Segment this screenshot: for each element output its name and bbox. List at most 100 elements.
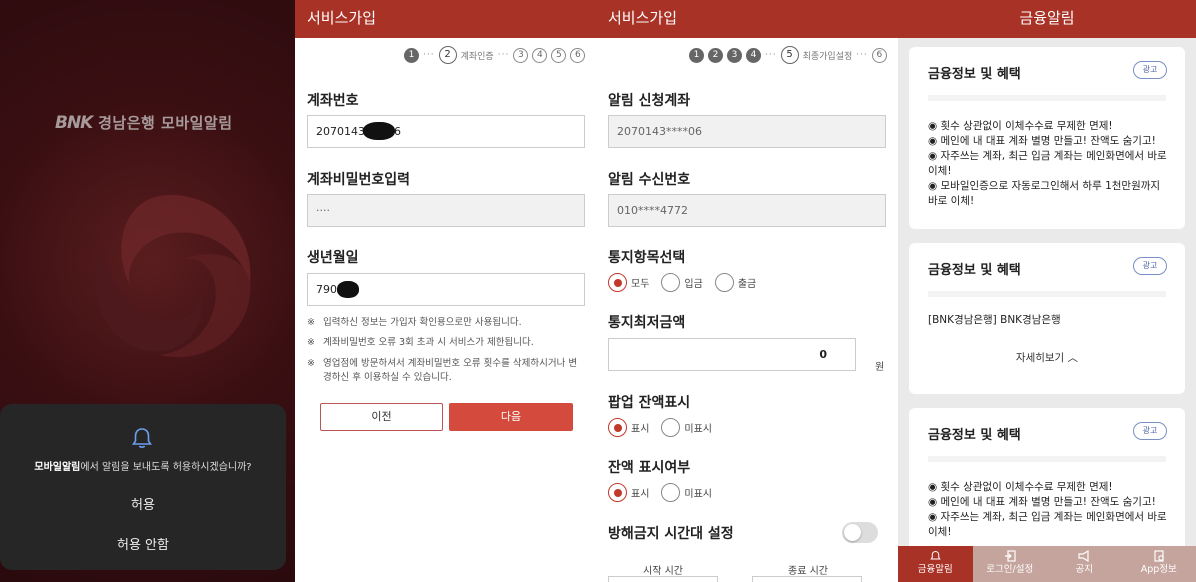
notice-item: ※ 영업점에 방문하셔서 계좌비밀번호 오류 횟수를 삭제하시거나 변경하신 후 … bbox=[307, 357, 587, 385]
min-amount-label: 통지최저금액 bbox=[608, 315, 686, 331]
step-5: 5 bbox=[551, 47, 567, 63]
alert-card[interactable]: 금융정보 및 혜택 광고 ◉ 횟수 상관없이 이체수수료 무제한 면제! ◉ 메… bbox=[909, 47, 1185, 229]
final-settings-form: 알림 신청계좌 2070143****06 알림 수신번호 010****477… bbox=[595, 68, 898, 582]
prev-button[interactable]: 이전 bbox=[320, 403, 443, 431]
notice-text: 입력하신 정보는 가입자 확인용으로만 사용됩니다. bbox=[323, 317, 522, 328]
step-dots: ··· bbox=[497, 50, 510, 60]
step-6: 6 bbox=[570, 47, 586, 63]
card-line: ◉ 횟수 상관없이 이체수수료 무제한 면제! bbox=[928, 120, 1113, 132]
step-indicator: 1 ··· 2 계좌인증 ··· 3 4 5 6 bbox=[404, 44, 586, 66]
step-3: 3 bbox=[727, 47, 742, 63]
deny-button[interactable]: 허용 안함 bbox=[0, 534, 286, 553]
notify-item-radio-group: 모두 입금 출금 bbox=[608, 273, 764, 292]
radio-balance-hide-label: 미표시 bbox=[684, 489, 713, 500]
logo-text: 경남은행 모바일알림 bbox=[98, 114, 233, 132]
dnd-toggle[interactable] bbox=[842, 522, 878, 543]
radio-popup-hide[interactable] bbox=[661, 418, 681, 437]
nav-label: 금융알림 bbox=[917, 564, 953, 575]
radio-all[interactable] bbox=[608, 273, 627, 292]
radio-balance-hide[interactable] bbox=[661, 483, 681, 502]
balance-show-label: 잔액 표시여부 bbox=[608, 460, 691, 476]
end-time-select[interactable] bbox=[752, 576, 862, 582]
popup-balance-radio-group: 표시 미표시 bbox=[608, 418, 720, 437]
step-4: 4 bbox=[532, 47, 548, 63]
page-title-finance-alert: 금융알림 bbox=[898, 0, 1196, 38]
radio-withdraw[interactable] bbox=[714, 273, 734, 292]
account-password-label: 계좌비밀번호입력 bbox=[307, 172, 411, 188]
splash-panel: BNK 경남은행 모바일알림 모바일알림에서 알림을 보내도록 허용하시겠습니까… bbox=[0, 0, 295, 582]
allow-button[interactable]: 허용 bbox=[0, 494, 286, 513]
finance-alert-list: 금융정보 및 혜택 광고 ◉ 횟수 상관없이 이체수수료 무제한 면제! ◉ 메… bbox=[898, 38, 1196, 548]
step-indicator: 1 2 3 4 ··· 5 최종가입설정 ··· 6 bbox=[689, 44, 887, 66]
popup-balance-label: 팝업 잔액표시 bbox=[608, 395, 691, 411]
notify-item-label: 통지항목선택 bbox=[608, 250, 686, 266]
card-line: ◉ 자주쓰는 계좌, 최근 입금 계좌는 메인화면에서 바로 이체! bbox=[928, 150, 1167, 177]
radio-all-label: 모두 bbox=[631, 279, 650, 290]
bell-icon bbox=[898, 546, 973, 564]
min-amount-input[interactable]: 0 bbox=[608, 338, 856, 371]
radio-balance-show[interactable] bbox=[608, 483, 627, 502]
card-line: ◉ 메인에 내 대표 계좌 별명 만들고! 잔액도 숨기고! bbox=[928, 135, 1156, 147]
login-icon bbox=[973, 546, 1048, 564]
card-title: 금융정보 및 혜택 bbox=[928, 263, 1021, 278]
account-number-tail: 6 bbox=[394, 125, 401, 138]
dialog-message-text: 에서 알림을 보내도록 허용하시겠습니까? bbox=[80, 462, 252, 473]
step-4: 4 bbox=[746, 47, 761, 63]
radio-deposit[interactable] bbox=[661, 273, 681, 292]
dialog-app-name: 모바일알림 bbox=[34, 462, 81, 473]
step-1: 1 bbox=[689, 47, 704, 63]
nav-login-settings[interactable]: 로그인/설정 bbox=[973, 546, 1048, 582]
notice-item: ※ 계좌비밀번호 오류 3회 초과 시 서비스가 제한됩니다. bbox=[307, 336, 587, 350]
ad-badge: 광고 bbox=[1133, 61, 1167, 79]
dnd-label: 방해금지 시간대 설정 bbox=[608, 526, 734, 542]
radio-popup-show[interactable] bbox=[608, 418, 627, 437]
card-line: ◉ 자주쓰는 계좌, 최근 입금 계좌는 메인화면에서 바로 이체! bbox=[928, 511, 1167, 538]
step-dots: ··· bbox=[765, 50, 777, 60]
next-button[interactable]: 다음 bbox=[449, 403, 573, 431]
redaction-mark bbox=[337, 281, 359, 298]
card-body: [BNK경남은행] BNK경남은행 bbox=[928, 314, 1061, 326]
info-icon bbox=[1122, 546, 1196, 564]
radio-withdraw-label: 출금 bbox=[737, 279, 757, 290]
step-dots: ··· bbox=[423, 50, 435, 60]
card-body: ◉ 횟수 상관없이 이체수수료 무제한 면제! ◉ 메인에 내 대표 계좌 별명… bbox=[928, 480, 1172, 540]
step-2-label: 계좌인증 bbox=[460, 51, 494, 62]
receive-number-field: 010****4772 bbox=[608, 194, 886, 227]
alert-card[interactable]: 금융정보 및 혜택 광고 [BNK경남은행] BNK경남은행 자세히보기 ︿ bbox=[909, 243, 1185, 394]
card-title: 금융정보 및 혜택 bbox=[928, 428, 1021, 443]
step-2: 2 bbox=[708, 47, 723, 63]
swirl-logo-graphic bbox=[94, 195, 251, 358]
notice-mark: ※ bbox=[307, 358, 315, 369]
account-number-label: 계좌번호 bbox=[307, 93, 359, 109]
nav-finance-alert[interactable]: 금융알림 bbox=[898, 546, 973, 582]
page-title-signup-1: 서비스가입 bbox=[295, 0, 595, 38]
nav-notice[interactable]: 공지 bbox=[1047, 546, 1122, 582]
bell-icon bbox=[132, 428, 152, 448]
nav-label: 로그인/설정 bbox=[986, 564, 1034, 575]
step-1: 1 bbox=[404, 47, 419, 63]
account-password-input[interactable]: ···· bbox=[307, 194, 585, 227]
dialog-message: 모바일알림에서 알림을 보내도록 허용하시겠습니까? bbox=[0, 458, 286, 473]
radio-popup-show-label: 표시 bbox=[631, 424, 650, 435]
card-title: 금융정보 및 혜택 bbox=[928, 67, 1021, 82]
notification-permission-dialog: 모바일알림에서 알림을 보내도록 허용하시겠습니까? 허용 허용 안함 bbox=[0, 404, 286, 570]
nav-label: 공지 bbox=[1075, 564, 1093, 575]
step-6: 6 bbox=[871, 47, 887, 63]
alert-card[interactable]: 금융정보 및 혜택 광고 ◉ 횟수 상관없이 이체수수료 무제한 면제! ◉ 메… bbox=[909, 408, 1185, 548]
step-2-current: 2 bbox=[438, 46, 457, 64]
balance-show-radio-group: 표시 미표시 bbox=[608, 483, 720, 502]
card-body: ◉ 횟수 상관없이 이체수수료 무제한 면제! ◉ 메인에 내 대표 계좌 별명… bbox=[928, 119, 1172, 209]
start-time-select[interactable] bbox=[608, 576, 718, 582]
ad-badge: 광고 bbox=[1133, 422, 1167, 440]
notice-mark: ※ bbox=[307, 317, 315, 328]
ad-badge: 광고 bbox=[1133, 257, 1167, 275]
step-3: 3 bbox=[513, 47, 529, 63]
card-line: ◉ 모바일인증으로 자동로그인해서 하루 1천만원까지 바로 이체! bbox=[928, 180, 1161, 207]
megaphone-icon bbox=[1047, 546, 1122, 564]
step-5-current: 5 bbox=[780, 46, 799, 64]
see-more-link[interactable]: 자세히보기 ︿ bbox=[909, 350, 1185, 365]
alert-account-field: 2070143****06 bbox=[608, 115, 886, 148]
nav-app-info[interactable]: App정보 bbox=[1122, 546, 1196, 582]
receive-number-label: 알림 수신번호 bbox=[608, 172, 691, 188]
account-number-input[interactable]: 20701431 6 bbox=[307, 115, 585, 148]
